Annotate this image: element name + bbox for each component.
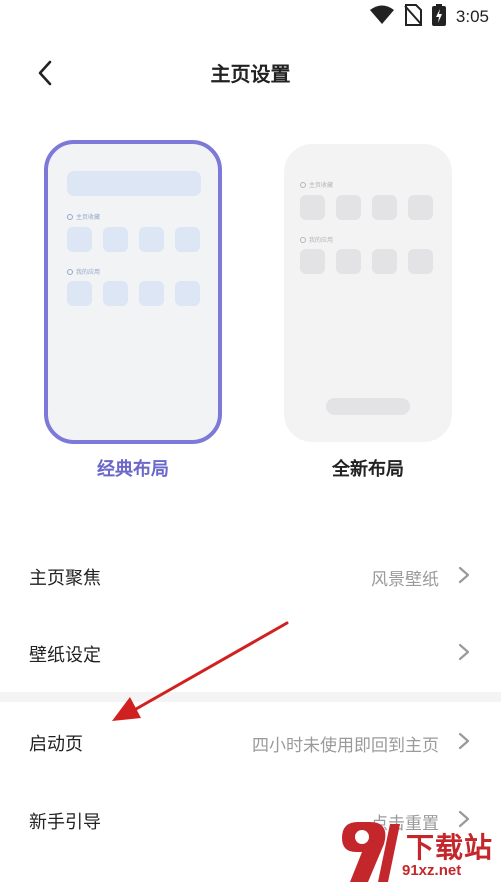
clock-icon — [67, 268, 73, 275]
clock-icon — [300, 236, 306, 243]
header: 主页设置 — [0, 44, 501, 100]
layout-option-classic[interactable]: 主页收藏 我的应用 — [44, 140, 222, 444]
setting-label: 新手引导 — [29, 812, 101, 833]
preview-tile — [372, 249, 397, 274]
setting-row-launch-page[interactable]: 启动页 四小时未使用即回到主页 — [0, 704, 501, 780]
star-icon — [300, 181, 306, 188]
page-title: 主页设置 — [210, 62, 291, 86]
setting-label: 主页聚焦 — [29, 568, 101, 589]
preview-tile-row — [67, 281, 200, 306]
star-icon — [67, 213, 73, 220]
status-icons: 3:05 — [369, 4, 489, 30]
preview-section-1-text: 主页收藏 — [309, 182, 334, 189]
layout-option-new[interactable]: 主页收藏 我的应用 — [284, 144, 452, 442]
preview-section-2-text: 我的应用 — [309, 237, 334, 244]
section-divider — [0, 692, 501, 702]
preview-tile — [336, 195, 361, 220]
preview-section-1-text: 主页收藏 — [76, 214, 101, 221]
preview-tile — [103, 281, 128, 306]
preview-search-bar — [67, 171, 201, 196]
preview-section-label: 主页收藏 — [67, 212, 100, 221]
chevron-right-icon — [458, 732, 470, 750]
preview-tile — [408, 195, 433, 220]
setting-label: 启动页 — [29, 734, 83, 755]
preview-tile — [67, 227, 92, 252]
preview-tile — [372, 195, 397, 220]
setting-row-homepage-focus[interactable]: 主页聚焦 风景壁纸 — [0, 538, 501, 614]
preview-tile — [408, 249, 433, 274]
setting-value: 风景壁纸 — [371, 570, 439, 590]
preview-tile — [300, 249, 325, 274]
preview-tile-row — [300, 195, 433, 220]
status-time: 3:05 — [455, 7, 489, 26]
preview-tile — [103, 227, 128, 252]
preview-section-label: 我的应用 — [67, 267, 100, 276]
setting-value: 四小时未使用即回到主页 — [252, 736, 439, 756]
wifi-icon — [369, 5, 394, 29]
chevron-right-icon — [458, 643, 470, 661]
watermark-text: 下载站 — [406, 831, 494, 864]
phone-preview-new: 主页收藏 我的应用 — [284, 144, 452, 442]
chevron-right-icon — [458, 566, 470, 584]
preview-tile — [139, 227, 164, 252]
preview-section-label: 我的应用 — [300, 235, 333, 244]
preview-section-label: 主页收藏 — [300, 180, 333, 189]
setting-row-wallpaper[interactable]: 壁纸设定 — [0, 615, 501, 691]
preview-tile — [175, 227, 200, 252]
preview-tile-row — [300, 249, 433, 274]
layout-label-new[interactable]: 全新布局 — [284, 455, 452, 481]
watermark-url: 91xz.net — [402, 862, 462, 879]
preview-tile — [67, 281, 92, 306]
phone-preview-classic: 主页收藏 我的应用 — [44, 140, 222, 444]
preview-tile — [175, 281, 200, 306]
preview-section-2-text: 我的应用 — [76, 269, 101, 276]
setting-label: 壁纸设定 — [29, 645, 101, 666]
preview-tile — [336, 249, 361, 274]
battery-charging-icon — [431, 4, 446, 30]
preview-tile — [139, 281, 164, 306]
status-bar: 3:05 — [0, 0, 501, 36]
preview-dock-bar — [326, 398, 410, 415]
layout-label-classic[interactable]: 经典布局 — [44, 455, 222, 481]
no-sim-icon — [404, 4, 422, 30]
preview-tile — [300, 195, 325, 220]
preview-tile-row — [67, 227, 200, 252]
